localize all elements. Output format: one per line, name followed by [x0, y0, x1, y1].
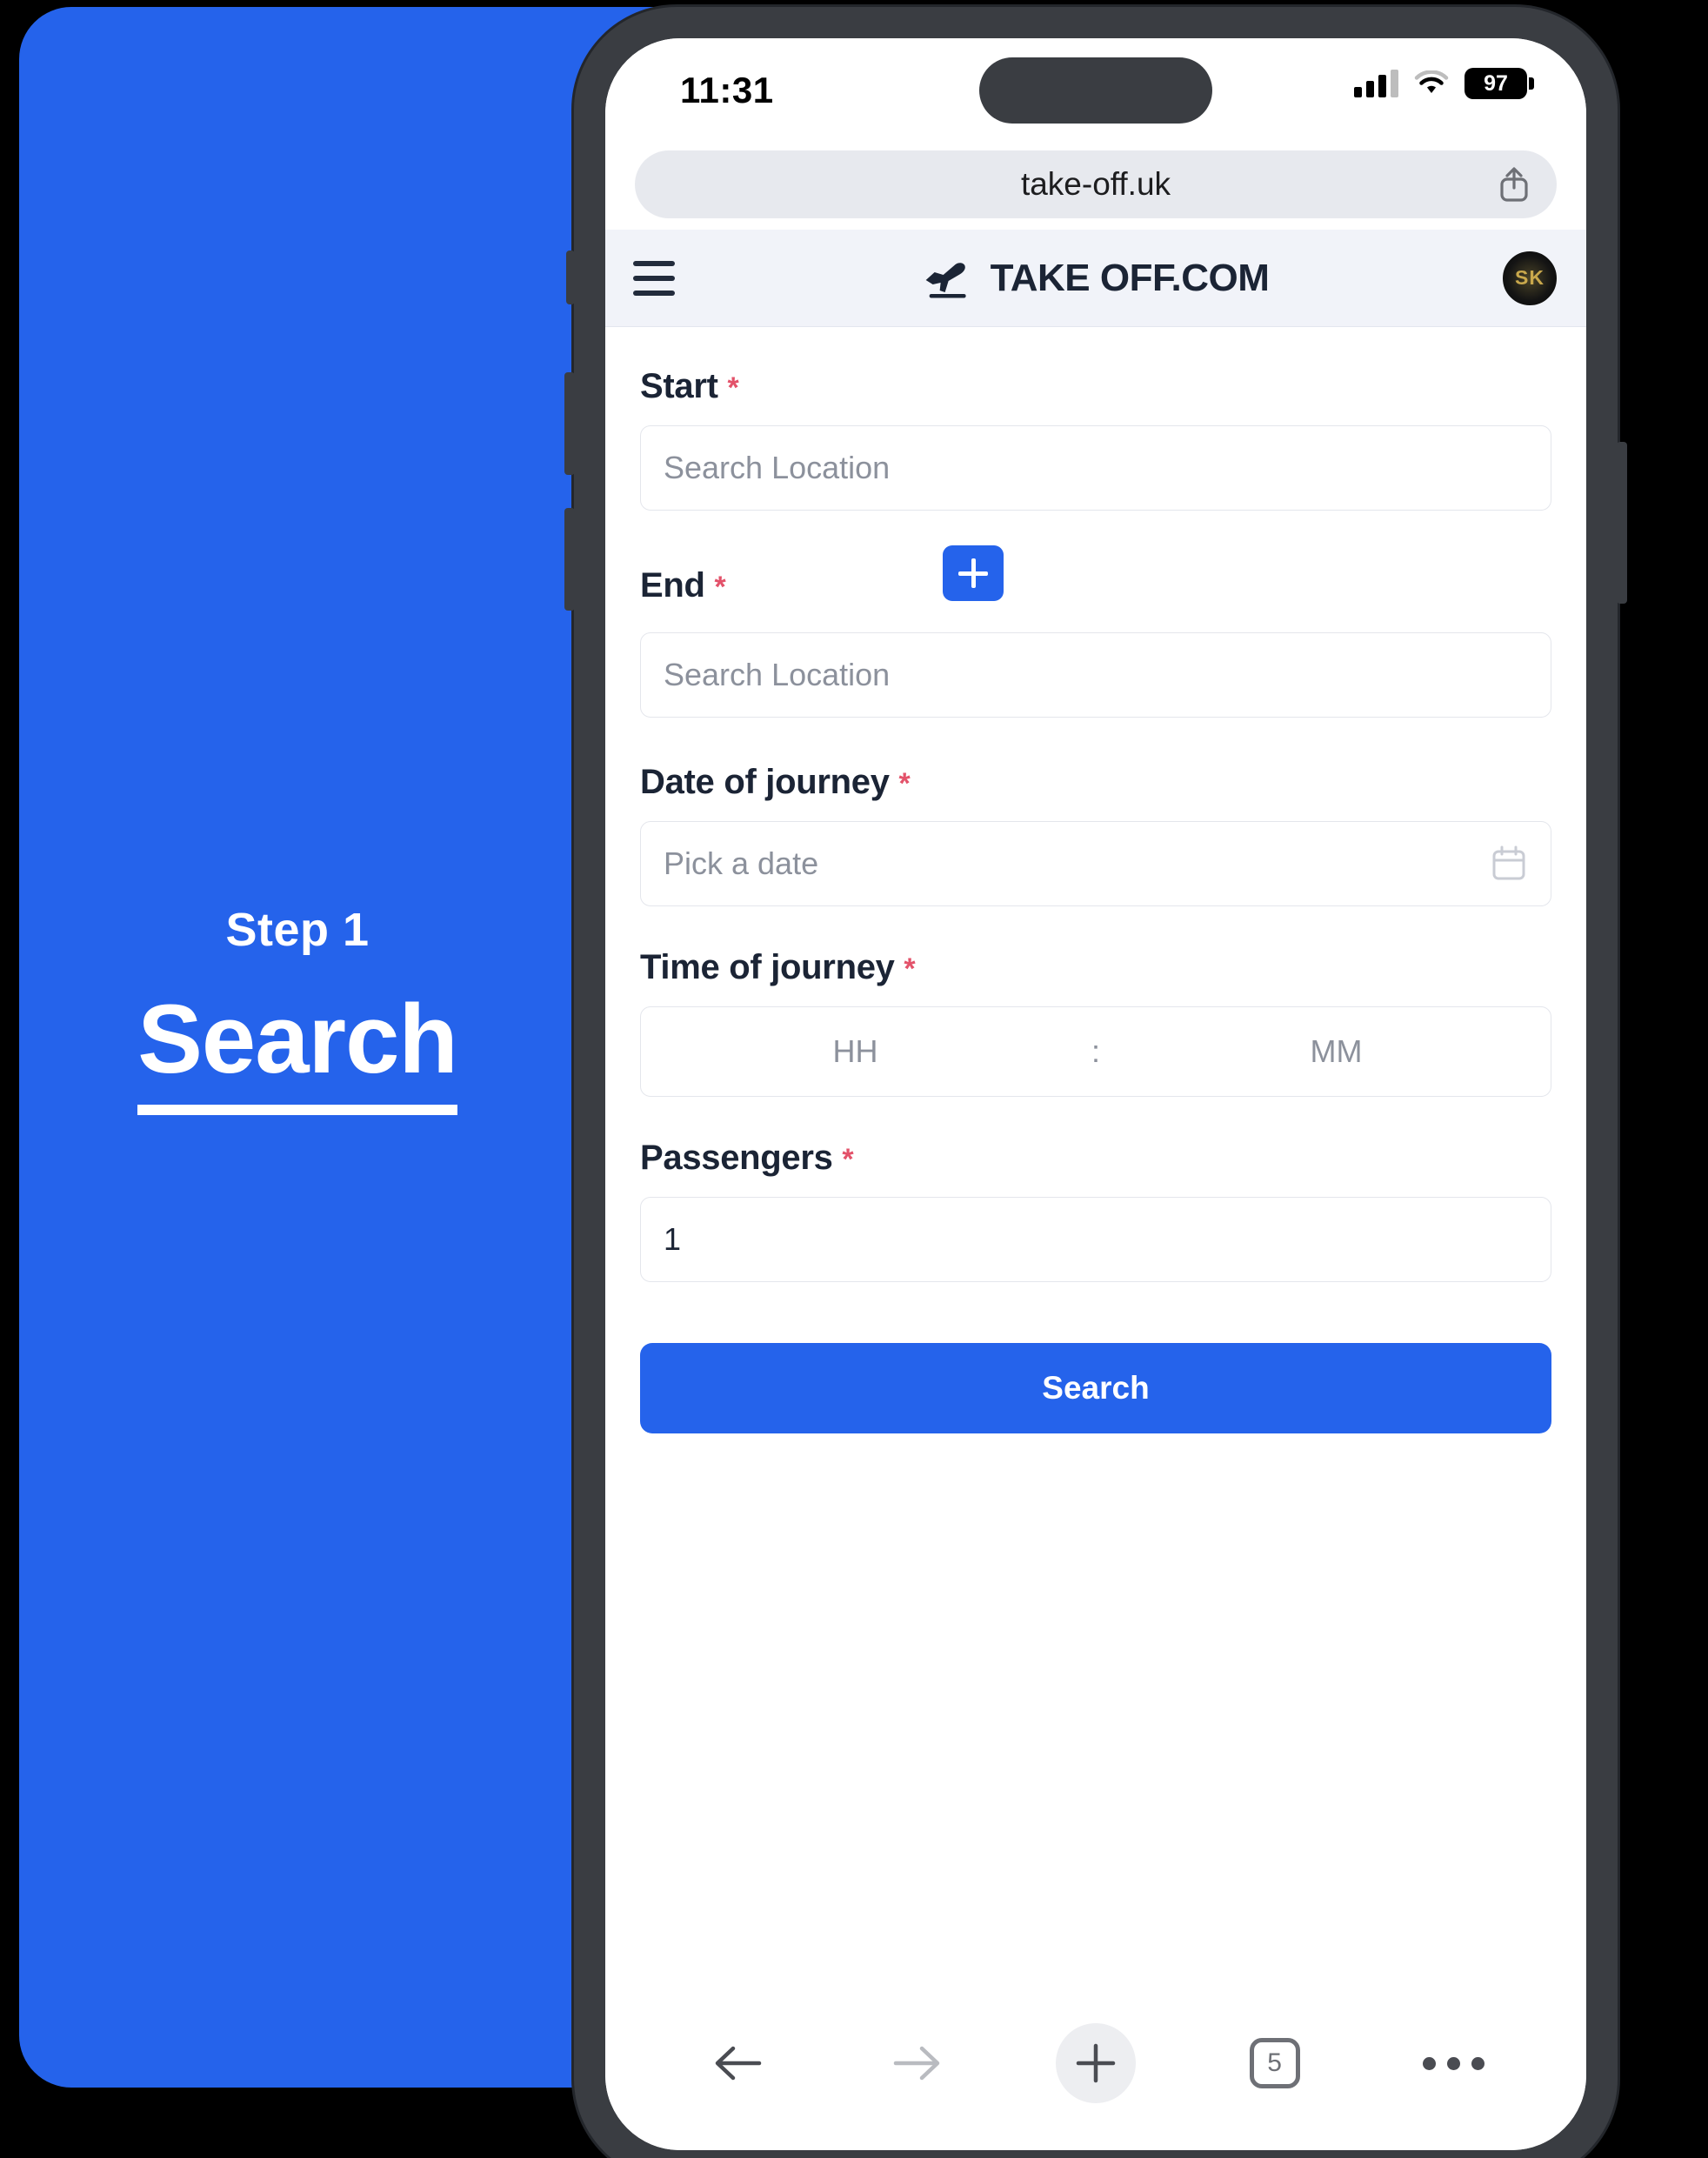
required-marker: *: [714, 570, 726, 604]
field-time: Time of journey * HH : MM: [640, 948, 1551, 1097]
app-header: TAKE OFF.COM SK: [605, 230, 1586, 327]
end-location-input[interactable]: Search Location: [640, 632, 1551, 718]
label-time-text: Time of journey: [640, 948, 895, 986]
battery-percent: 97: [1484, 70, 1508, 96]
booking-form: Start * Search Location End * Search Loc…: [605, 327, 1586, 1901]
url-bar[interactable]: take-off.uk: [635, 150, 1557, 218]
airplane-takeoff-icon: [925, 262, 966, 297]
new-tab-circle: [1055, 2023, 1136, 2103]
share-icon[interactable]: [1498, 165, 1531, 204]
avatar-initials: SK: [1515, 266, 1545, 289]
plus-icon: [1076, 2043, 1116, 2083]
date-placeholder: Pick a date: [664, 845, 819, 881]
brand-name: TAKE OFF.COM: [990, 256, 1270, 299]
forward-arrow-icon: [894, 2046, 940, 2081]
time-separator: :: [1091, 1033, 1100, 1069]
add-stop-button[interactable]: [943, 545, 1004, 601]
browser-bottom-toolbar: 5: [605, 2002, 1586, 2150]
battery-icon: 97: [1464, 68, 1534, 99]
time-minute-input[interactable]: MM: [1122, 1033, 1551, 1070]
start-location-placeholder: Search Location: [664, 450, 891, 485]
more-button[interactable]: [1410, 2020, 1497, 2107]
field-passengers: Passengers * 1: [640, 1139, 1551, 1282]
start-location-input[interactable]: Search Location: [640, 425, 1551, 511]
url-text: take-off.uk: [1020, 166, 1171, 202]
brand-logo-group[interactable]: TAKE OFF.COM: [923, 257, 1270, 300]
end-label-row: End *: [640, 545, 1551, 613]
date-input[interactable]: Pick a date: [640, 821, 1551, 906]
label-start-text: Start: [640, 367, 718, 405]
more-dots-icon: [1422, 2056, 1484, 2070]
status-bar-indicators: 97: [1354, 68, 1534, 99]
dynamic-island: [979, 57, 1212, 124]
back-button[interactable]: [695, 2020, 782, 2107]
time-hour-input[interactable]: HH: [641, 1033, 1070, 1070]
label-date: Date of journey *: [640, 763, 1551, 802]
label-passengers-text: Passengers: [640, 1139, 833, 1177]
label-passengers: Passengers *: [640, 1139, 1551, 1178]
label-date-text: Date of journey: [640, 763, 890, 801]
phone-screen: 11:31 97 take-off.uk TAKE OFF.COM SK Sta…: [605, 38, 1586, 2150]
search-button[interactable]: Search: [640, 1343, 1551, 1433]
screenshot-stage: Step 1 Search 11:31 97 take-off.uk TAKE …: [0, 0, 1708, 2158]
avatar[interactable]: SK: [1503, 251, 1557, 305]
forward-button[interactable]: [873, 2020, 960, 2107]
passengers-input[interactable]: 1: [640, 1197, 1551, 1282]
cellular-signal-icon: [1354, 70, 1398, 97]
calendar-icon[interactable]: [1491, 845, 1526, 882]
required-marker: *: [898, 767, 911, 800]
status-bar-time: 11:31: [680, 70, 774, 110]
silence-switch[interactable]: [566, 251, 575, 304]
browser-url-bar-container: take-off.uk: [605, 139, 1586, 230]
volume-down-button[interactable]: [564, 508, 575, 611]
passengers-value: 1: [664, 1221, 682, 1257]
new-tab-button[interactable]: [1052, 2020, 1139, 2107]
phone-device: 11:31 97 take-off.uk TAKE OFF.COM SK Sta…: [564, 7, 1627, 2158]
back-arrow-icon: [715, 2046, 762, 2081]
field-date: Date of journey * Pick a date: [640, 763, 1551, 906]
label-start: Start *: [640, 367, 1551, 406]
required-marker: *: [727, 371, 739, 404]
promo-text-block: Step 1 Search: [19, 903, 576, 1115]
label-end: End *: [640, 565, 726, 605]
promo-step-label: Step 1: [225, 904, 370, 956]
status-bar: 11:31 97: [605, 38, 1586, 139]
hamburger-menu-icon[interactable]: [633, 260, 675, 296]
tabs-button[interactable]: 5: [1231, 2020, 1318, 2107]
power-button[interactable]: [1617, 442, 1627, 604]
promo-title: Search: [137, 988, 458, 1115]
wifi-icon: [1414, 70, 1449, 93]
end-location-placeholder: Search Location: [664, 657, 891, 692]
field-start: Start * Search Location: [640, 367, 1551, 511]
label-end-text: End: [640, 565, 705, 605]
required-marker: *: [842, 1143, 854, 1176]
time-input-group[interactable]: HH : MM: [640, 1006, 1551, 1097]
label-time: Time of journey *: [640, 948, 1551, 987]
volume-up-button[interactable]: [564, 372, 575, 475]
required-marker: *: [904, 952, 916, 985]
tab-count-badge: 5: [1249, 2038, 1300, 2088]
